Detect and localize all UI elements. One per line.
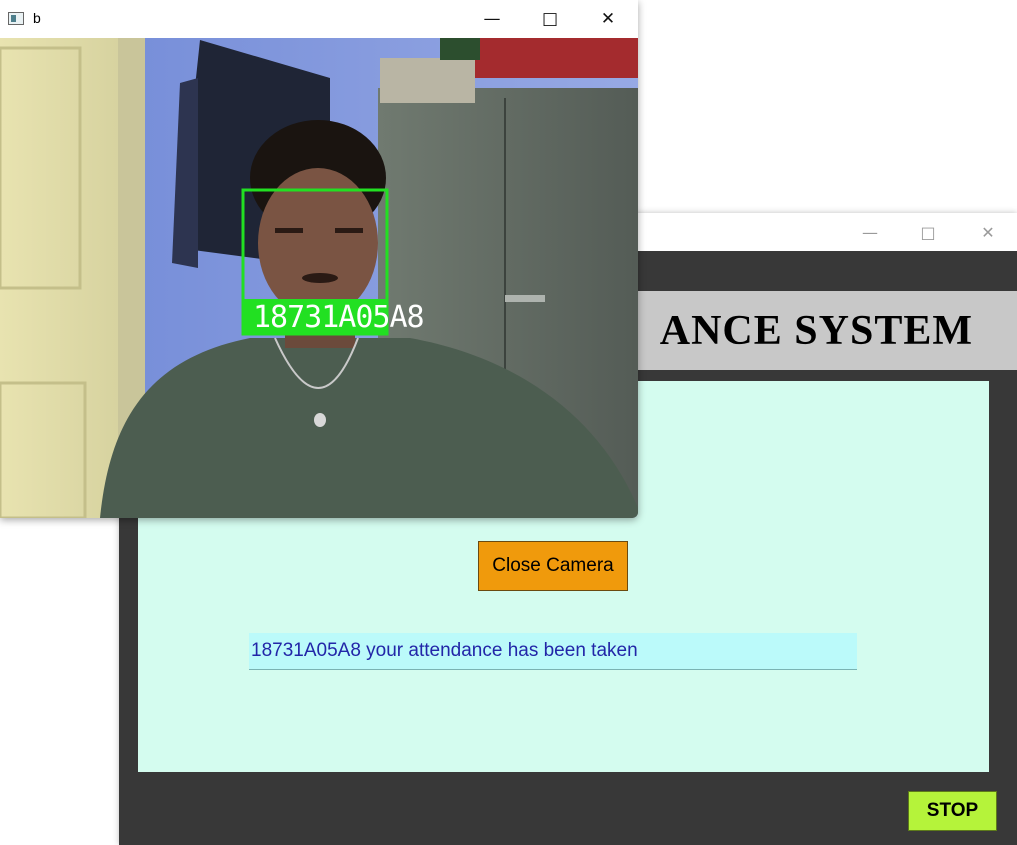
status-message-field[interactable]: 18731A05A8 your attendance has been take… <box>249 633 857 670</box>
red-boxes <box>468 38 638 78</box>
camera-titlebar: b — □ ✕ <box>0 0 638 38</box>
chain-pendant <box>314 413 326 427</box>
close-icon[interactable]: ✕ <box>959 213 1017 251</box>
recognized-id-label: 18731A05A8 <box>253 300 425 335</box>
maximize-icon[interactable]: □ <box>899 213 957 251</box>
close-camera-button[interactable]: Close Camera <box>478 541 628 591</box>
stop-button[interactable]: STOP <box>908 791 997 831</box>
camera-window-title: b <box>33 10 41 26</box>
opencv-window-icon <box>8 12 24 25</box>
left-eye <box>275 228 303 233</box>
camera-minimize-icon[interactable]: — <box>463 0 521 38</box>
camera-close-icon[interactable]: ✕ <box>579 0 637 38</box>
cabinet-handle <box>505 295 545 302</box>
mustache <box>302 273 338 283</box>
right-eye <box>335 228 363 233</box>
camera-feed <box>0 38 638 518</box>
shelf-box <box>440 38 480 60</box>
camera-maximize-icon[interactable]: □ <box>521 0 579 38</box>
camera-window: b — □ ✕ 18731A05A8 <box>0 0 638 518</box>
minimize-icon[interactable]: — <box>841 213 899 251</box>
shelf-items <box>380 58 475 103</box>
